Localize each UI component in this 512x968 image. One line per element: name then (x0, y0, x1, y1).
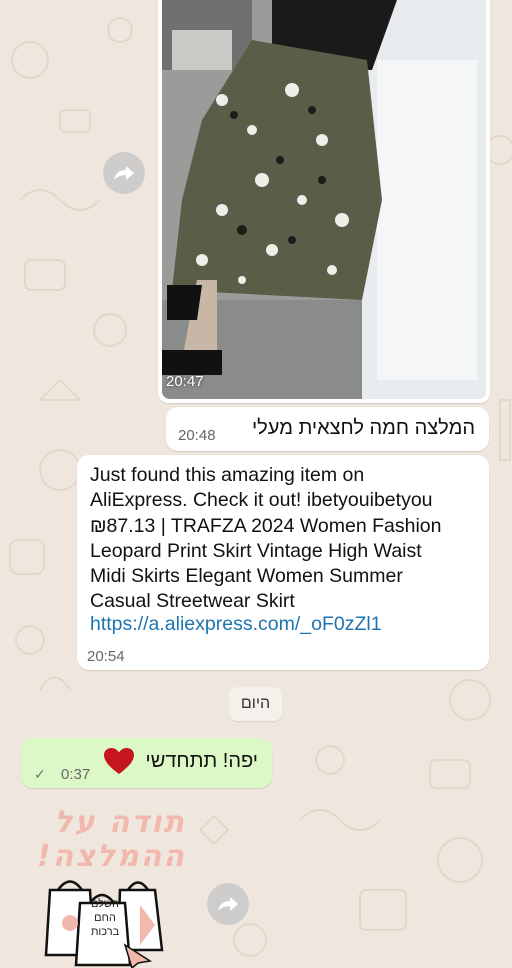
message-aliexpress-link[interactable]: Just found this amazing item on AliExpre… (77, 455, 489, 670)
forward-icon (218, 897, 238, 911)
double-check-icon: ✓ (34, 766, 46, 782)
message-timestamp: 20:54 (87, 648, 125, 665)
skirt-photo[interactable] (162, 0, 486, 399)
date-divider: היום (229, 687, 282, 721)
sticker-bag-label: השלם החם ברכות (90, 898, 120, 938)
message-timestamp: 20:48 (178, 427, 216, 444)
message-outgoing[interactable]: יפה! תתחדשי ✓ 0:37 (21, 738, 272, 788)
message-text: יפה! תתחדשי (145, 750, 258, 772)
message-text: המלצה חמה לחצאית מעלי (251, 417, 475, 439)
message-text: Just found this amazing item on AliExpre… (90, 464, 442, 613)
sticker-caption: תודה על ההמלצה! (37, 805, 186, 874)
message-timestamp: 0:37 (61, 766, 91, 783)
forward-button-sticker[interactable] (207, 883, 249, 925)
forward-button-photo[interactable] (103, 152, 145, 194)
aliexpress-link[interactable]: https://a.aliexpress.com/_oF0zZl1 (90, 613, 382, 636)
heart-emoji (104, 748, 134, 774)
image-message-bubble[interactable] (158, 0, 490, 403)
photo-timestamp: 20:47 (166, 373, 204, 390)
message-recommendation[interactable]: המלצה חמה לחצאית מעלי 20:48 (166, 407, 489, 451)
forward-icon (114, 166, 134, 180)
